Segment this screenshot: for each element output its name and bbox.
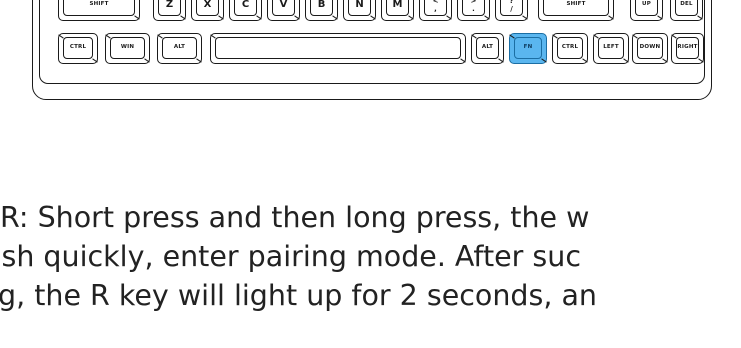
key-fn-highlighted: FN xyxy=(509,33,547,64)
key-shift-right: SHIFT xyxy=(538,0,614,21)
key-space xyxy=(210,33,466,64)
key-label: N xyxy=(348,0,371,16)
key-b: B xyxy=(305,0,338,21)
key-label: DEL xyxy=(675,0,698,16)
key-label-bottom: . xyxy=(472,4,475,13)
key-label: CTRL xyxy=(63,37,93,59)
instruction-line-2: ash quickly, enter pairing mode. After s… xyxy=(0,240,582,273)
key-c: C xyxy=(229,0,262,21)
key-left: LEFT xyxy=(593,33,629,64)
key-label-stack: <, xyxy=(424,0,447,16)
key-ctrl-right: CTRL xyxy=(552,33,588,64)
key-label-bottom: / xyxy=(510,4,513,13)
key-comma: <, xyxy=(419,0,452,21)
instruction-text: R: Short press and then long press, the … xyxy=(0,198,741,315)
key-label: X xyxy=(196,0,219,16)
key-period: >. xyxy=(457,0,490,21)
instruction-line-3: g, the R key will light up for 2 seconds… xyxy=(0,279,597,312)
key-label-top: > xyxy=(470,0,477,5)
key-label: LEFT xyxy=(598,37,624,59)
key-label: B xyxy=(310,0,333,16)
key-label: FN xyxy=(514,37,542,59)
key-label: CTRL xyxy=(557,37,583,59)
key-z: Z xyxy=(153,0,186,21)
key-label: DOWN xyxy=(637,37,663,59)
key-x: X xyxy=(191,0,224,21)
key-label xyxy=(215,37,461,59)
key-n: N xyxy=(343,0,376,21)
key-label-bottom: , xyxy=(434,4,437,13)
key-up: UP xyxy=(630,0,663,21)
key-label-stack: >. xyxy=(462,0,485,16)
key-label: SHIFT xyxy=(543,0,609,16)
key-label: WIN xyxy=(110,37,145,59)
key-win: WIN xyxy=(105,33,150,64)
key-label: UP xyxy=(635,0,658,16)
key-label-top: < xyxy=(432,0,439,5)
key-shift-left: SHIFT xyxy=(58,0,140,21)
key-m: M xyxy=(381,0,414,21)
key-slash: ? / xyxy=(495,0,528,21)
key-label: V xyxy=(272,0,295,16)
key-label: ALT xyxy=(476,37,499,59)
key-alt-left: ALT xyxy=(157,33,202,64)
key-v: V xyxy=(267,0,300,21)
key-label-stack: ? / xyxy=(500,0,523,16)
key-del: DEL xyxy=(670,0,703,21)
key-ctrl-left: CTRL xyxy=(58,33,98,64)
key-label: M xyxy=(386,0,409,16)
key-label: Z xyxy=(158,0,181,16)
key-label: ALT xyxy=(162,37,197,59)
instruction-line-1: R: Short press and then long press, the … xyxy=(0,201,590,234)
key-label-top: ? xyxy=(509,0,514,5)
key-down: DOWN xyxy=(632,33,668,64)
key-label: C xyxy=(234,0,257,16)
key-alt-right: ALT xyxy=(471,33,504,64)
key-right: RIGHT xyxy=(671,33,704,64)
key-label: SHIFT xyxy=(63,0,135,16)
key-label: RIGHT xyxy=(676,37,699,59)
